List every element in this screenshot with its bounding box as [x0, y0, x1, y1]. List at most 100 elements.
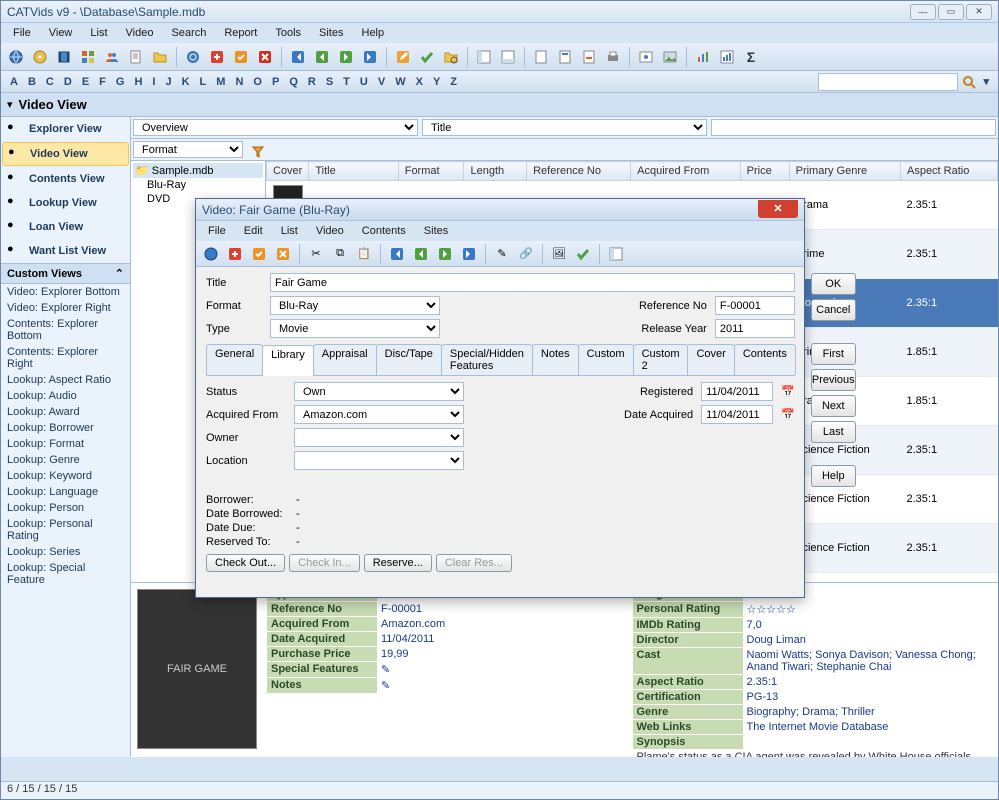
delete-icon[interactable] — [272, 243, 294, 265]
alpha-Z[interactable]: Z — [447, 75, 460, 89]
alpha-R[interactable]: R — [305, 75, 319, 89]
custom-view-link[interactable]: Video: Explorer Bottom — [1, 284, 130, 300]
menu-report[interactable]: Report — [216, 25, 265, 41]
custom-view-link[interactable]: Lookup: Award — [1, 404, 130, 420]
alpha-J[interactable]: J — [162, 75, 174, 89]
sidebar-explorer-view[interactable]: ●Explorer View — [1, 117, 130, 141]
tick-icon[interactable] — [416, 46, 438, 68]
tree-item-bluray[interactable]: Blu-Ray — [133, 178, 263, 192]
reserve-button[interactable]: Reserve... — [364, 554, 432, 572]
format-select[interactable]: Blu-Ray — [270, 296, 440, 315]
people-icon[interactable] — [101, 46, 123, 68]
status-select[interactable]: Own — [294, 382, 464, 401]
layout-icon[interactable] — [605, 243, 627, 265]
custom-view-link[interactable]: Lookup: Aspect Ratio — [1, 372, 130, 388]
col-reference-no[interactable]: Reference No — [527, 162, 631, 181]
edit-icon[interactable] — [392, 46, 414, 68]
tab-library[interactable]: Library — [262, 345, 314, 376]
tab-custom[interactable]: Custom — [578, 344, 634, 375]
add-icon[interactable] — [206, 46, 228, 68]
menu-video[interactable]: Video — [118, 25, 162, 41]
col-length[interactable]: Length — [464, 162, 527, 181]
preview-icon[interactable] — [635, 46, 657, 68]
custom-view-link[interactable]: Lookup: Language — [1, 484, 130, 500]
custom-view-link[interactable]: Lookup: Person — [1, 500, 130, 516]
next-button[interactable]: Next — [811, 395, 856, 417]
alpha-H[interactable]: H — [131, 75, 145, 89]
prev-icon[interactable] — [410, 243, 432, 265]
sidebar-want-list-view[interactable]: ●Want List View — [1, 239, 130, 263]
alpha-Q[interactable]: Q — [286, 75, 301, 89]
alpha-X[interactable]: X — [413, 75, 426, 89]
registered-input[interactable] — [701, 382, 773, 401]
first-icon[interactable] — [386, 243, 408, 265]
img-icon[interactable]: 🖼 — [548, 243, 570, 265]
menu-tools[interactable]: Tools — [267, 25, 309, 41]
next-icon[interactable] — [335, 46, 357, 68]
collapse-icon[interactable]: ▾ — [7, 98, 13, 111]
delete-icon[interactable] — [254, 46, 276, 68]
tab-contents[interactable]: Contents — [734, 344, 796, 375]
custom-view-link[interactable]: Lookup: Series — [1, 544, 130, 560]
calendar-icon[interactable]: 📅 — [781, 385, 795, 398]
tick-icon[interactable] — [572, 243, 594, 265]
chevron-down-icon[interactable]: ▾ — [980, 74, 992, 89]
dlg-menu-sites[interactable]: Sites — [416, 223, 456, 239]
close-button[interactable]: ✕ — [966, 4, 992, 20]
chart-icon[interactable] — [692, 46, 714, 68]
note-icon[interactable] — [125, 46, 147, 68]
alpha-L[interactable]: L — [197, 75, 210, 89]
acqfrom-select[interactable]: Amazon.com — [294, 405, 464, 424]
custom-view-link[interactable]: Lookup: Audio — [1, 388, 130, 404]
alpha-A[interactable]: A — [7, 75, 21, 89]
filter-right[interactable] — [711, 119, 996, 136]
dateacq-input[interactable] — [701, 405, 773, 424]
filter-mid[interactable]: Title — [422, 119, 707, 136]
sidebar-lookup-view[interactable]: ●Lookup View — [1, 191, 130, 215]
alpha-U[interactable]: U — [357, 75, 371, 89]
tab-special-hidden-features[interactable]: Special/Hidden Features — [441, 344, 533, 375]
custom-view-link[interactable]: Lookup: Format — [1, 436, 130, 452]
stats-icon[interactable] — [716, 46, 738, 68]
tab-custom-2[interactable]: Custom 2 — [633, 344, 689, 375]
last-button[interactable]: Last — [811, 421, 856, 443]
help-button[interactable]: Help — [811, 465, 856, 487]
tree-root[interactable]: 📁 Sample.mdb — [133, 163, 263, 178]
sidebar-loan-view[interactable]: ●Loan View — [1, 215, 130, 239]
tab-appraisal[interactable]: Appraisal — [313, 344, 377, 375]
cancel-button[interactable]: Cancel — [811, 299, 856, 321]
globe-icon[interactable] — [200, 243, 222, 265]
calendar-icon[interactable]: 📅 — [781, 408, 795, 421]
prev-icon[interactable] — [311, 46, 333, 68]
film-icon[interactable] — [53, 46, 75, 68]
folder-icon[interactable] — [149, 46, 171, 68]
ref-input[interactable] — [715, 296, 795, 315]
checkin-button[interactable]: Check In... — [289, 554, 360, 572]
next-icon[interactable] — [434, 243, 456, 265]
alpha-C[interactable]: C — [43, 75, 57, 89]
first-button[interactable]: First — [811, 343, 856, 365]
tree-filter[interactable]: Format — [133, 141, 243, 158]
col-primary-genre[interactable]: Primary Genre — [789, 162, 900, 181]
ok-button[interactable]: OK — [811, 273, 856, 295]
grid-icon[interactable] — [77, 46, 99, 68]
first-icon[interactable] — [287, 46, 309, 68]
add-icon[interactable] — [224, 243, 246, 265]
alpha-W[interactable]: W — [392, 75, 408, 89]
pencil-icon[interactable]: ✎ — [491, 243, 513, 265]
alpha-E[interactable]: E — [79, 75, 92, 89]
find-icon[interactable] — [440, 46, 462, 68]
owner-select[interactable] — [294, 428, 464, 447]
alpha-M[interactable]: M — [213, 75, 228, 89]
search-icon[interactable] — [958, 71, 980, 93]
year-input[interactable] — [715, 319, 795, 338]
menu-help[interactable]: Help — [354, 25, 393, 41]
menu-search[interactable]: Search — [163, 25, 214, 41]
custom-view-link[interactable]: Lookup: Genre — [1, 452, 130, 468]
alpha-G[interactable]: G — [113, 75, 128, 89]
col-acquired-from[interactable]: Acquired From — [631, 162, 741, 181]
check-icon[interactable] — [230, 46, 252, 68]
sidebar-contents-view[interactable]: ●Contents View — [1, 167, 130, 191]
menu-list[interactable]: List — [82, 25, 115, 41]
custom-views-header[interactable]: Custom Views⌃ — [1, 263, 130, 284]
